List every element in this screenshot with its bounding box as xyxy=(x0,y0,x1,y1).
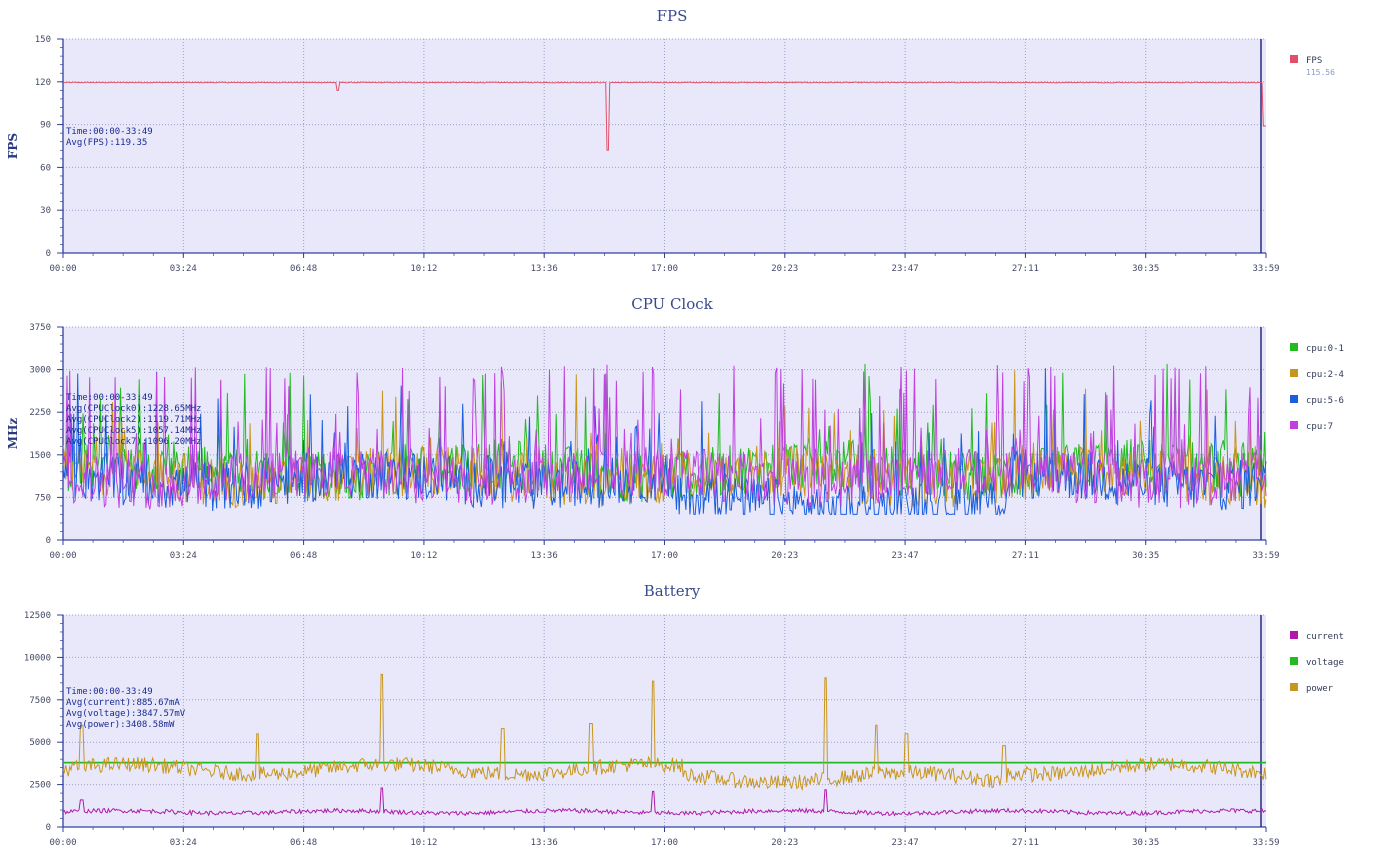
x-tick-label: 06:48 xyxy=(290,264,317,274)
y-tick-label: 10000 xyxy=(24,653,51,663)
info-text: Avg(power):3408.58mW xyxy=(66,720,175,730)
chart-title: FPS xyxy=(657,7,688,25)
chart-panel-1: 0 750 1500 2250 3000 3750 00:00 03:24 06:48 10:12… xyxy=(6,295,1344,561)
x-tick-label: 20:23 xyxy=(771,551,798,561)
chart-title: Battery xyxy=(644,582,701,600)
x-tick-label: 23:47 xyxy=(892,551,919,561)
x-tick-label: 27:11 xyxy=(1012,838,1039,848)
y-tick-label: 150 xyxy=(35,35,51,45)
y-tick-label: 2250 xyxy=(29,408,51,418)
legend-swatch xyxy=(1290,55,1298,63)
x-tick-label: 10:12 xyxy=(410,551,437,561)
legend-label: power xyxy=(1306,684,1334,694)
y-tick-label: 0 xyxy=(46,536,51,546)
legend-label: voltage xyxy=(1306,658,1344,668)
y-tick-label: 60 xyxy=(40,163,51,173)
y-axis-label: MHz xyxy=(6,418,20,450)
info-text: Avg(CPUClock5):1057.14MHz xyxy=(66,426,201,436)
x-tick-label: 10:12 xyxy=(410,264,437,274)
x-tick-label: 27:11 xyxy=(1012,551,1039,561)
x-tick-label: 13:36 xyxy=(531,551,558,561)
info-text: Avg(CPUClock0):1228.65MHz xyxy=(66,404,201,414)
x-tick-label: 33:59 xyxy=(1252,264,1279,274)
legend-swatch xyxy=(1290,683,1298,691)
info-text: Time:00:00-33:49 xyxy=(66,127,153,137)
legend-label: cpu:7 xyxy=(1306,422,1333,432)
x-tick-label: 30:35 xyxy=(1132,838,1159,848)
x-tick-label: 20:23 xyxy=(771,838,798,848)
y-tick-label: 3750 xyxy=(29,323,51,333)
legend-swatch xyxy=(1290,657,1298,665)
legend-swatch xyxy=(1290,421,1298,429)
legend-label: cpu:0-1 xyxy=(1306,344,1344,354)
legend-sub-value: 115.56 xyxy=(1306,68,1335,77)
legend-swatch xyxy=(1290,369,1298,377)
x-tick-label: 17:00 xyxy=(651,838,678,848)
x-tick-label: 00:00 xyxy=(49,551,76,561)
x-tick-label: 03:24 xyxy=(170,551,197,561)
chart-panel-0: 0 30 60 90 120 150 00:00 03:24 06:48 10:12 13:36 17… xyxy=(6,7,1335,274)
y-tick-label: 120 xyxy=(35,78,51,88)
x-tick-label: 13:36 xyxy=(531,838,558,848)
chart-title: CPU Clock xyxy=(631,295,713,313)
x-tick-label: 30:35 xyxy=(1132,551,1159,561)
y-tick-label: 30 xyxy=(40,206,51,216)
legend-label: current xyxy=(1306,632,1344,642)
legend-label: FPS xyxy=(1306,56,1322,66)
x-tick-label: 17:00 xyxy=(651,551,678,561)
x-tick-label: 23:47 xyxy=(892,838,919,848)
x-tick-label: 33:59 xyxy=(1252,838,1279,848)
chart-panel-2: 0 2500 5000 7500 10000 12500 00:00 03:24 06:48 10… xyxy=(24,582,1344,848)
x-tick-label: 00:00 xyxy=(49,838,76,848)
x-tick-label: 17:00 xyxy=(651,264,678,274)
info-text: Avg(current):885.67mA xyxy=(66,698,180,708)
legend-label: cpu:2-4 xyxy=(1306,370,1344,380)
legend-swatch xyxy=(1290,343,1298,351)
x-tick-label: 33:59 xyxy=(1252,551,1279,561)
y-tick-label: 1500 xyxy=(29,451,51,461)
y-tick-label: 7500 xyxy=(29,696,51,706)
x-tick-label: 23:47 xyxy=(892,264,919,274)
x-tick-label: 06:48 xyxy=(290,551,317,561)
x-tick-label: 10:12 xyxy=(410,838,437,848)
y-axis-label: FPS xyxy=(6,133,20,159)
y-tick-label: 12500 xyxy=(24,611,51,621)
x-tick-label: 30:35 xyxy=(1132,264,1159,274)
info-text: Time:00:00-33:49 xyxy=(66,393,153,403)
x-tick-label: 20:23 xyxy=(771,264,798,274)
x-tick-label: 03:24 xyxy=(170,838,197,848)
y-tick-label: 5000 xyxy=(29,738,51,748)
legend-label: cpu:5-6 xyxy=(1306,396,1344,406)
x-tick-label: 06:48 xyxy=(290,838,317,848)
x-tick-label: 03:24 xyxy=(170,264,197,274)
info-text: Avg(CPUClock7):1096.20MHz xyxy=(66,437,201,447)
x-tick-label: 13:36 xyxy=(531,264,558,274)
info-text: Avg(CPUClock2):1119.71MHz xyxy=(66,415,201,425)
legend-swatch xyxy=(1290,395,1298,403)
plot-area xyxy=(63,39,1266,253)
y-tick-label: 90 xyxy=(40,121,51,131)
x-tick-label: 27:11 xyxy=(1012,264,1039,274)
info-text: Avg(FPS):119.35 xyxy=(66,138,147,148)
y-tick-label: 750 xyxy=(35,493,51,503)
info-text: Time:00:00-33:49 xyxy=(66,687,153,697)
y-tick-label: 0 xyxy=(46,249,51,259)
y-tick-label: 3000 xyxy=(29,366,51,376)
info-text: Avg(voltage):3847.57mV xyxy=(66,709,186,719)
x-tick-label: 00:00 xyxy=(49,264,76,274)
legend-swatch xyxy=(1290,631,1298,639)
charts-canvas: 0 30 60 90 120 150 00:00 03:24 06:48 10:12 13:36 17… xyxy=(6,7,1344,848)
y-tick-label: 0 xyxy=(46,823,51,833)
y-tick-label: 2500 xyxy=(29,781,51,791)
